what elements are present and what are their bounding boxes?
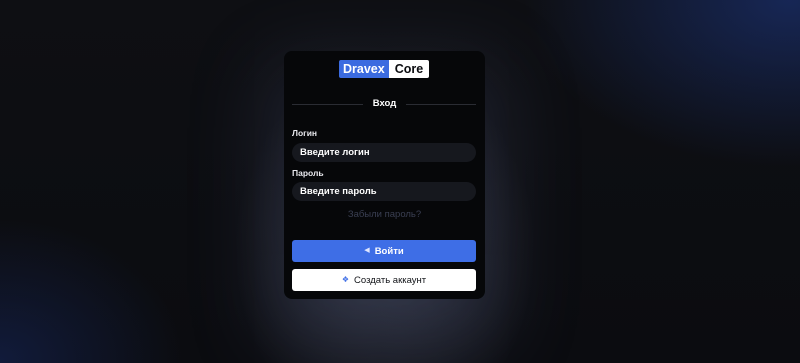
password-label: Пароль (292, 168, 324, 178)
create-account-button[interactable]: ❖ Создать аккаунт (292, 269, 476, 291)
login-label: Логин (292, 128, 318, 138)
password-input[interactable] (292, 182, 476, 201)
section-title: Вход (284, 97, 485, 111)
login-arrow-icon: ◀ (364, 247, 370, 254)
login-button-label: Войти (374, 245, 404, 257)
brand-logo: Dravex Core (339, 60, 430, 78)
forgot-password-link[interactable]: Забыли пароль? (284, 208, 485, 221)
logo-text-dravex: Dravex (339, 60, 389, 78)
login-card: Dravex Core Вход Логин Пароль Забыли пар… (284, 51, 485, 299)
login-input[interactable] (292, 143, 476, 162)
sparkle-icon: ❖ (341, 275, 350, 284)
section-title-text: Вход (362, 98, 407, 109)
logo-text-core: Core (388, 60, 430, 78)
create-account-button-label: Создать аккаунт (354, 274, 427, 286)
login-button[interactable]: ◀ Войти (292, 240, 476, 262)
